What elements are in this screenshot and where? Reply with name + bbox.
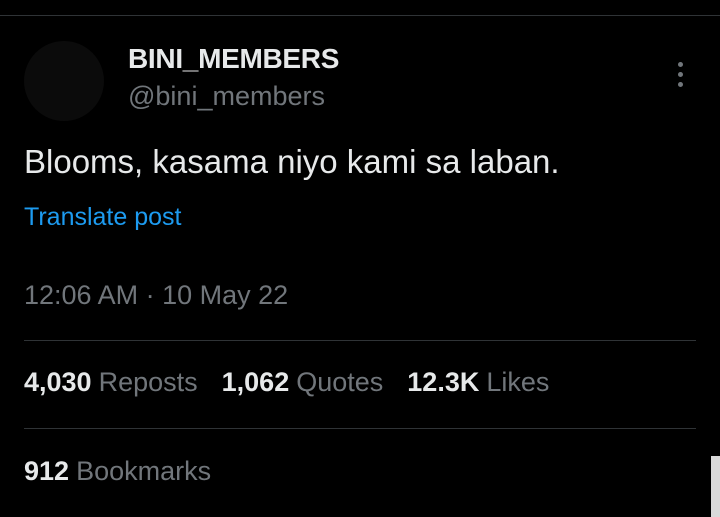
- likes-label: Likes: [486, 367, 550, 397]
- reposts-stat[interactable]: 4,030 Reposts: [24, 367, 198, 398]
- likes-count: 12.3K: [407, 367, 480, 397]
- divider: [24, 340, 696, 341]
- likes-stat[interactable]: 12.3K Likes: [407, 367, 549, 398]
- quotes-stat[interactable]: 1,062 Quotes: [222, 367, 384, 398]
- bookmarks-count: 912: [24, 456, 70, 486]
- reposts-count: 4,030: [24, 367, 92, 397]
- quotes-label: Quotes: [296, 367, 384, 397]
- reposts-label: Reposts: [98, 367, 198, 397]
- top-divider: [0, 15, 720, 16]
- more-options-icon-dot: [677, 71, 683, 77]
- bookmarks-label: Bookmarks: [76, 456, 212, 486]
- post-text: Blooms, kasama niyo kami sa laban.: [24, 143, 560, 180]
- user-handle[interactable]: @bini_members: [128, 81, 325, 112]
- quotes-count: 1,062: [221, 367, 290, 397]
- more-options-icon: [677, 61, 683, 67]
- avatar[interactable]: [24, 41, 104, 121]
- translate-post-link[interactable]: Translate post: [24, 203, 181, 232]
- engagement-stats: 4,030 Reposts 1,062 Quotes 12.3K Likes: [24, 367, 549, 398]
- divider: [24, 428, 696, 429]
- more-options-icon-dot: [677, 81, 683, 87]
- more-options-button[interactable]: [666, 58, 694, 90]
- post-timestamp[interactable]: 12:06 AM · 10 May 22: [24, 280, 288, 311]
- display-name[interactable]: BINI_MEMBERS: [128, 43, 339, 75]
- bookmarks-stat[interactable]: 912 Bookmarks: [24, 456, 211, 487]
- scrollbar[interactable]: [711, 456, 720, 517]
